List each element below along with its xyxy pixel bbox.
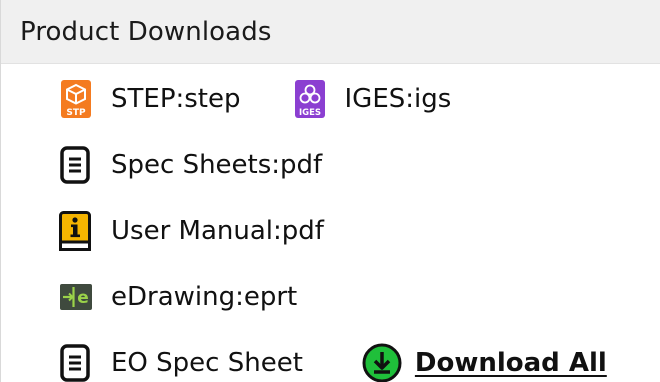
eo-spec-sheet-download-label: EO Spec Sheet (111, 348, 303, 378)
iges-download-link[interactable]: IGES IGES:igs (293, 79, 452, 119)
download-all-label: Download All (414, 348, 607, 378)
user-manual-row: User Manual:pdf (1, 208, 324, 254)
step-file-icon: STP (59, 79, 93, 119)
edrawing-download-label: eDrawing:eprt (111, 282, 298, 312)
download-circle-icon (361, 342, 403, 382)
step-download-link[interactable]: STP STEP:step (59, 79, 241, 119)
user-manual-download-link[interactable]: User Manual:pdf (55, 210, 324, 252)
iges-download-label: IGES:igs (344, 84, 452, 114)
document-icon (55, 145, 95, 185)
step-download-label: STEP:step (111, 84, 241, 114)
eo-spec-row: EO Spec Sheet Download All (1, 340, 607, 382)
info-book-icon (55, 210, 95, 252)
panel-title: Product Downloads (20, 16, 272, 47)
cad-formats-row: STP STEP:step IGES IGES:igs (1, 76, 451, 122)
edrawing-row: e eDrawing:eprt (1, 274, 297, 320)
spec-sheets-row: Spec Sheets:pdf (1, 142, 322, 188)
product-downloads-panel: Product Downloads STP STEP:step IGES IGE… (0, 0, 660, 382)
edrawing-icon: e (57, 277, 95, 317)
spec-sheets-download-label: Spec Sheets:pdf (111, 150, 323, 180)
eo-spec-sheet-download-link[interactable]: EO Spec Sheet (55, 343, 303, 382)
user-manual-download-label: User Manual:pdf (111, 216, 324, 246)
spec-sheets-download-link[interactable]: Spec Sheets:pdf (55, 145, 322, 185)
iges-file-icon: IGES (293, 79, 327, 119)
svg-text:e: e (77, 288, 89, 308)
document-icon (55, 343, 95, 382)
svg-text:IGES: IGES (298, 108, 320, 118)
edrawing-download-link[interactable]: e eDrawing:eprt (57, 277, 297, 317)
download-all-button[interactable]: Download All (361, 342, 607, 382)
panel-header: Product Downloads (1, 0, 660, 64)
svg-text:STP: STP (66, 108, 86, 118)
